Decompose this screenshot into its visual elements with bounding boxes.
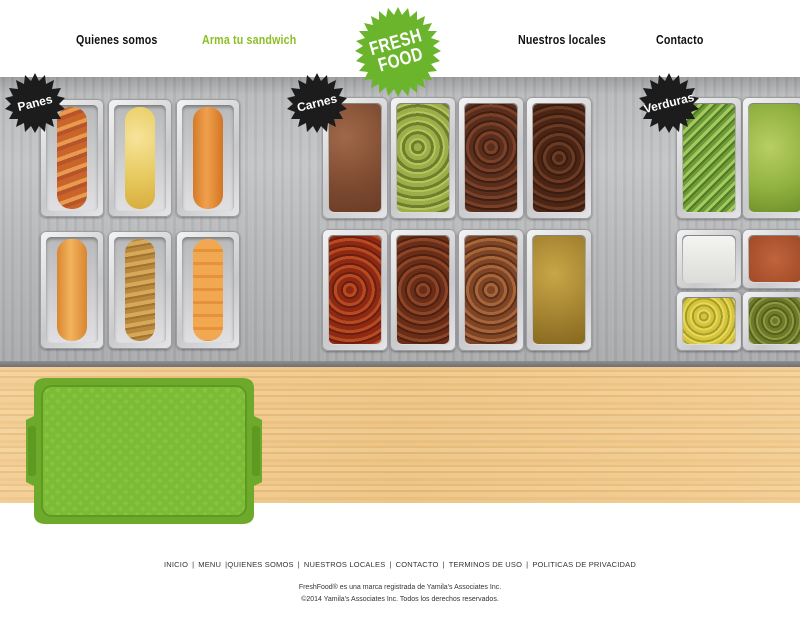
pan-bread-4[interactable] (40, 231, 104, 349)
pan-veg-4[interactable] (742, 229, 800, 289)
footer-link-contacto[interactable]: CONTACTO (396, 560, 439, 569)
fresh-food-logo[interactable]: FRESH FOOD (352, 6, 444, 98)
tray-icon (26, 378, 262, 524)
pan-meat-8[interactable] (526, 229, 592, 351)
pan-veg-3[interactable] (676, 229, 742, 289)
badge-verduras[interactable]: Verduras (638, 72, 700, 134)
pan-meat-2[interactable] (390, 97, 456, 219)
pan-meat-7[interactable] (458, 229, 524, 351)
pan-veg-2[interactable] (742, 97, 800, 219)
badge-carnes[interactable]: Carnes (286, 72, 348, 134)
badge-panes[interactable]: Panes (4, 72, 66, 134)
pan-meat-3[interactable] (458, 97, 524, 219)
footer-link-politicas-de-privacidad[interactable]: POLITICAS DE PRIVACIDAD (532, 560, 636, 569)
pan-bread-2[interactable] (108, 99, 172, 217)
footer-link-terminos-de-uso[interactable]: TERMINOS DE USO (449, 560, 522, 569)
pan-bread-3[interactable] (176, 99, 240, 217)
nav-nuestros-locales[interactable]: Nuestros locales (518, 32, 606, 47)
footer-links: INICIO | MENU |QUIENES SOMOS | NUESTROS LOCAL… (164, 560, 636, 569)
nav-contacto[interactable]: Contacto (656, 32, 704, 47)
footer-link-menu[interactable]: MENU (198, 560, 221, 569)
pan-veg-6[interactable] (742, 291, 800, 351)
footer-link-quienes-somos[interactable]: QUIENES SOMOS (227, 560, 293, 569)
pan-bread-6[interactable] (176, 231, 240, 349)
footer-link-inicio[interactable]: INICIO (164, 560, 188, 569)
nav-arma-tu-sandwich[interactable]: Arma tu sandwich (202, 32, 296, 47)
pan-veg-5[interactable] (676, 291, 742, 351)
pan-meat-6[interactable] (390, 229, 456, 351)
footer-link-nuestros-locales[interactable]: NUESTROS LOCALES (304, 560, 386, 569)
footer: INICIO | MENU |QUIENES SOMOS | NUESTROS LOCAL… (0, 560, 800, 606)
pan-meat-5[interactable] (322, 229, 388, 351)
sandwich-tray[interactable] (24, 376, 264, 526)
pan-meat-4[interactable] (526, 97, 592, 219)
pan-bread-5[interactable] (108, 231, 172, 349)
nav-quienes-somos[interactable]: Quienes somos (76, 32, 158, 47)
footer-trademark: FreshFood® es una marca registrada de Ya… (298, 584, 502, 591)
footer-copyright: ©2014 Yamila's Associates Inc. Todos los… (301, 596, 499, 603)
